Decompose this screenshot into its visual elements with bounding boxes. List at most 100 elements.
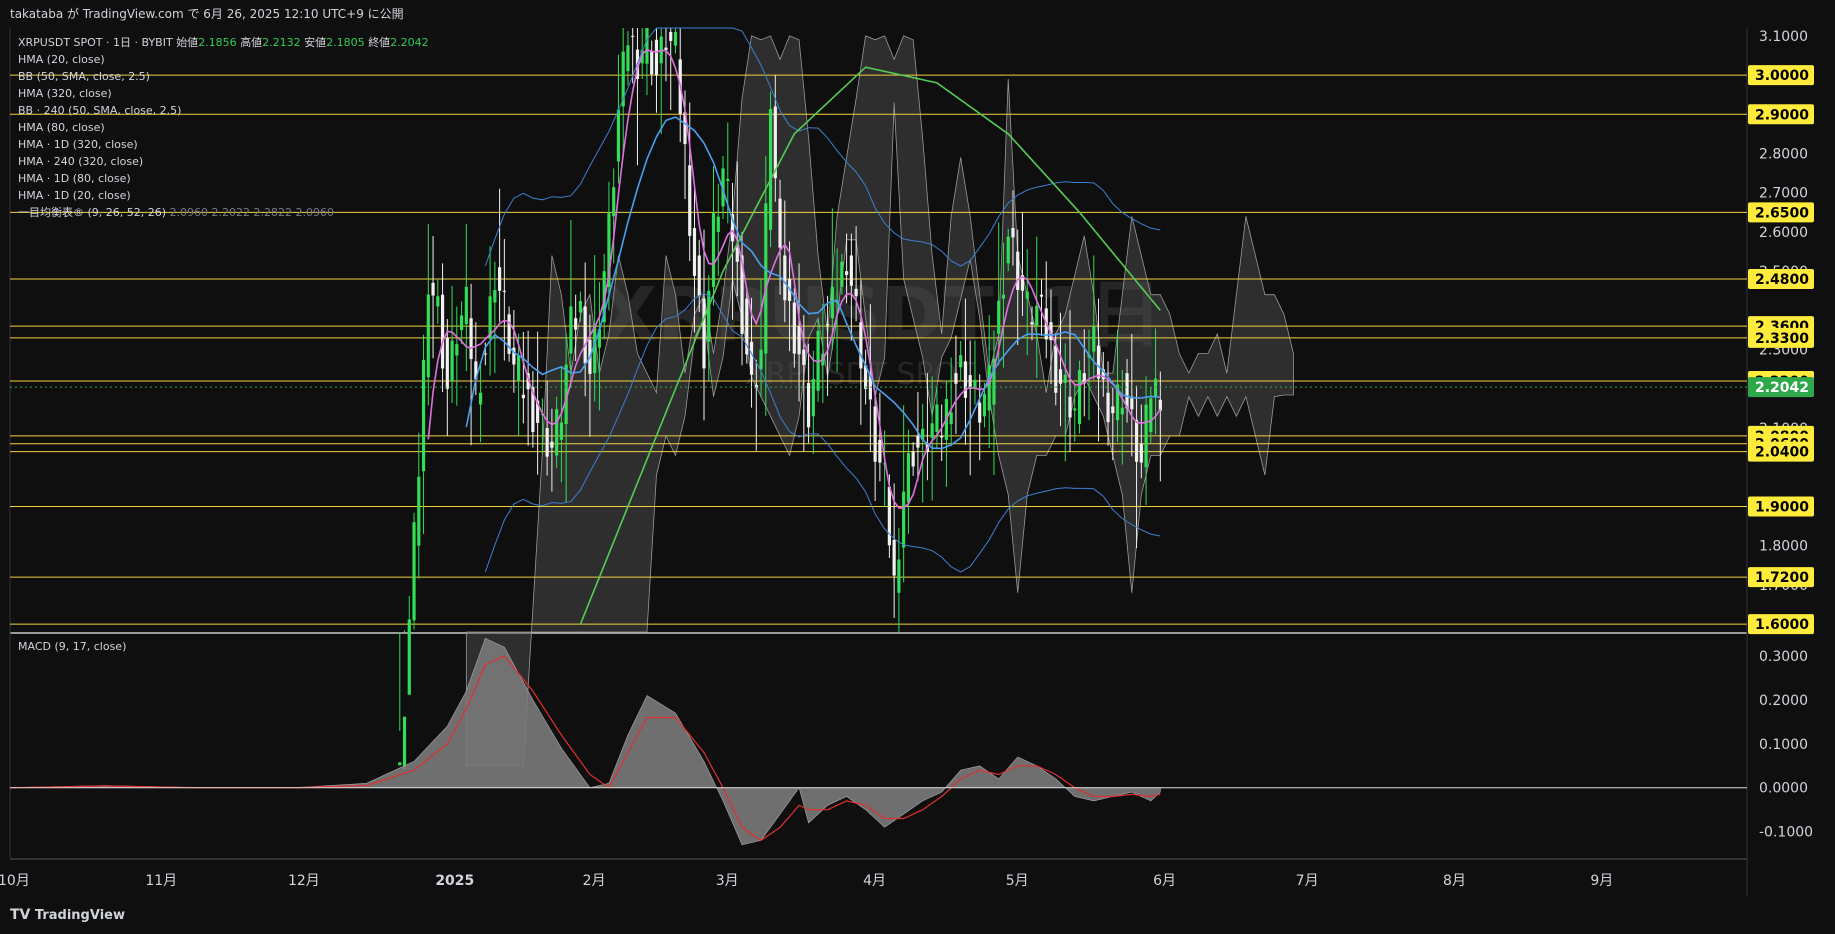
candle-body[interactable] [574,318,578,330]
candle-body[interactable] [578,300,583,313]
candle-body[interactable] [493,289,497,303]
candle-body[interactable] [1096,345,1101,379]
candle-body[interactable] [550,441,554,448]
indicator-hma20[interactable]: HMA (20, close) [18,51,429,68]
macd-histogram[interactable] [9,637,1161,846]
candle-body[interactable] [873,406,877,462]
candle-body[interactable] [811,379,815,417]
candle-body[interactable] [1111,406,1115,414]
candle-body[interactable] [1039,294,1044,297]
candle-body[interactable] [450,340,454,381]
candle-body[interactable] [1134,420,1139,462]
candle-body[interactable] [1001,294,1006,299]
candle-body[interactable] [402,716,407,770]
candle-body[interactable] [768,108,773,230]
candle-body[interactable] [1125,373,1129,409]
candle-body[interactable] [412,522,416,621]
candle-body[interactable] [978,402,982,423]
candle-body[interactable] [469,318,473,360]
candle-body[interactable] [987,365,991,411]
candle-body[interactable] [464,286,468,325]
candle-body[interactable] [859,322,863,369]
candle-body[interactable] [688,165,692,236]
candle-body[interactable] [440,294,445,369]
candle-body[interactable] [1063,374,1067,383]
candle-body[interactable] [878,439,882,463]
candle-body[interactable] [935,404,939,432]
candle-body[interactable] [897,559,901,593]
candle-body[interactable] [1035,305,1039,327]
candle-body[interactable] [849,255,853,286]
candle-body[interactable] [569,306,573,354]
candle-body[interactable] [930,423,934,438]
candle-body[interactable] [854,288,858,297]
candle-body[interactable] [982,393,987,417]
candle-body[interactable] [650,51,654,75]
candle-body[interactable] [902,491,906,548]
candle-body[interactable] [749,341,754,375]
indicator-hma-1d-320[interactable]: HMA · 1D (320, close) [18,136,429,153]
candle-body[interactable] [778,198,782,248]
candle-body[interactable] [1068,396,1072,418]
candle-body[interactable] [916,435,920,448]
candle-body[interactable] [1025,291,1029,299]
candle-body[interactable] [802,349,806,365]
candle-body[interactable] [1092,326,1096,352]
candle-body[interactable] [1158,399,1162,411]
candle-body[interactable] [478,392,483,405]
candle-body[interactable] [906,453,910,503]
candle-body[interactable] [673,31,678,46]
candle-body[interactable] [1054,345,1058,393]
candle-body[interactable] [455,344,459,356]
candle-body[interactable] [555,409,559,456]
candle-body[interactable] [1030,322,1034,325]
candle-body[interactable] [593,325,597,374]
candle-body[interactable] [417,476,421,546]
candle-body[interactable] [1077,370,1082,425]
candle-body[interactable] [940,435,944,438]
candle-body[interactable] [1016,251,1020,290]
candle-body[interactable] [626,45,630,72]
candle-body[interactable] [669,31,673,41]
candle-body[interactable] [954,373,958,384]
candle-body[interactable] [559,422,563,440]
candle-body[interactable] [959,355,963,368]
candle-body[interactable] [436,296,440,307]
candle-body[interactable] [1058,369,1063,384]
candle-body[interactable] [426,294,430,378]
indicator-bb[interactable]: BB (50, SMA, close, 2.5) [18,68,429,85]
candle-body[interactable] [664,47,668,50]
candle-body[interactable] [431,282,435,296]
candle-body[interactable] [407,619,411,695]
candle-body[interactable] [892,539,896,576]
candle-body[interactable] [707,290,711,342]
candle-body[interactable] [949,412,953,425]
candle-body[interactable] [783,255,787,301]
tradingview-logo[interactable]: 𝗧𝗩 TradingView [0,897,1835,933]
candle-body[interactable] [764,203,768,354]
candle-body[interactable] [1144,404,1148,468]
candle-body[interactable] [459,315,464,330]
candle-body[interactable] [1006,236,1010,264]
candle-body[interactable] [840,261,844,287]
candle-body[interactable] [845,271,849,276]
candle-body[interactable] [792,302,796,354]
candle-body[interactable] [797,326,801,355]
candle-body[interactable] [726,179,730,181]
candle-body[interactable] [735,247,739,262]
candle-body[interactable] [583,306,587,364]
indicator-hma320[interactable]: HMA (320, close) [18,85,429,102]
candle-body[interactable] [645,28,649,64]
indicator-ichimoku[interactable]: 一目均衡表® (9, 26, 52, 26) 2.0960 2.2022 2.2… [18,204,429,221]
indicator-hma-240-320[interactable]: HMA · 240 (320, close) [18,153,429,170]
candle-body[interactable] [702,298,706,369]
candle-body[interactable] [1139,443,1143,463]
indicator-hma-1d-20[interactable]: HMA · 1D (20, close) [18,187,429,204]
candle-body[interactable] [887,486,891,546]
candle-body[interactable] [692,228,697,276]
candle-body[interactable] [421,359,426,472]
candle-body[interactable] [445,337,449,389]
candle-body[interactable] [1011,228,1015,238]
candle-body[interactable] [716,216,720,232]
candle-body[interactable] [517,355,521,381]
